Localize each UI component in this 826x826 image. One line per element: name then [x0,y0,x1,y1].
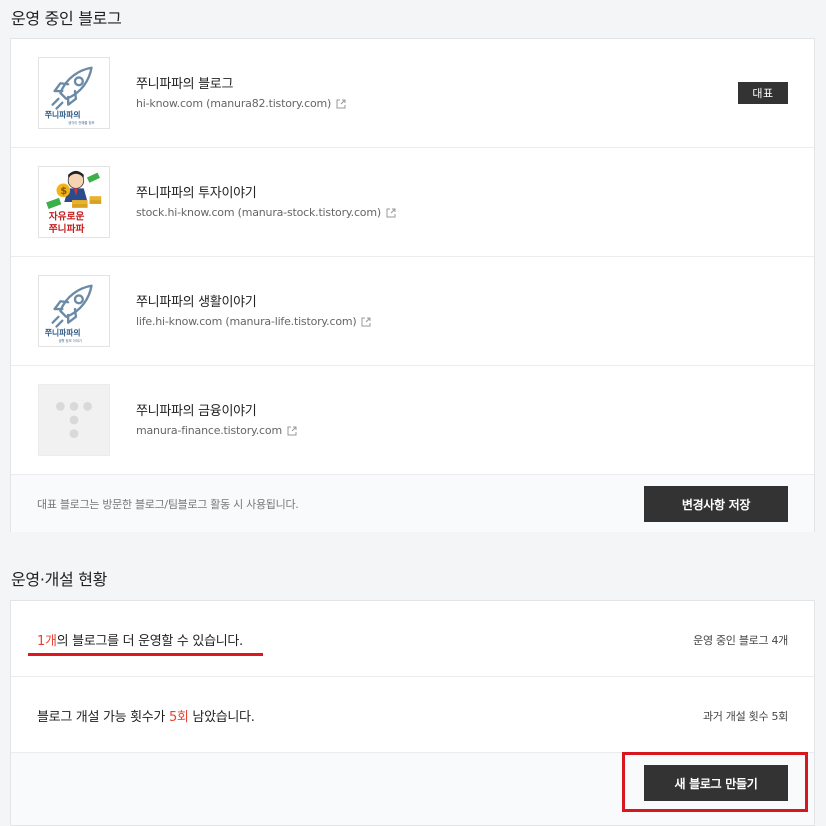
blog-thumbnail[interactable]: $ 자유로운 쭈니파파 [38,166,110,238]
annotation-underline [28,653,263,656]
blog-item: 쭈니파파의 금융이야기 manura-finance.tistory.com [11,366,814,475]
open-text-prefix: 블로그 개설 가능 횟수가 [37,710,169,725]
open-text-suffix: 남았습니다. [188,710,255,725]
rocket-logo-icon: 쭈니파파의 생활 정보 이야기 [39,276,109,346]
svg-text:쭈니파파의: 쭈니파파의 [45,327,81,337]
blog-thumbnail[interactable]: 쭈니파파의 생활 정보 이야기 [38,275,110,347]
active-count-label: 운영 중인 블로그 4개 [693,634,788,647]
status-footer: 새 블로그 만들기 [11,753,814,825]
footer-note: 대표 블로그는 방문한 블로그/팀블로그 활동 시 사용됩니다. [37,498,299,511]
external-link-icon [287,426,297,435]
save-changes-button[interactable]: 변경사항 저장 [644,486,788,522]
logo-text: 자유로운 [49,210,85,223]
svg-text:생활 정보 이야기: 생활 정보 이야기 [58,338,81,343]
external-link-icon [361,317,371,326]
create-blog-button[interactable]: 새 블로그 만들기 [644,765,788,801]
blog-url-text[interactable]: hi-know.com (manura82.tistory.com) [136,97,331,110]
blog-name[interactable]: 쭈니파파의 블로그 [136,73,233,92]
svg-text:$: $ [60,186,67,197]
blog-item: $ 자유로운 쭈니파파 쭈니파파의 투자이야기 stock.hi-know.co… [11,148,814,257]
status-panel: 1개의 블로그를 더 운영할 수 있습니다. 운영 중인 블로그 4개 블로그 … [10,600,815,826]
remaining-text: 의 블로그를 더 운영할 수 있습니다. [56,634,244,649]
section-title-status: 운영·개설 현황 [11,570,108,589]
tistory-default-logo-icon [39,385,109,455]
external-link-icon [386,208,396,217]
blog-thumbnail[interactable] [38,384,110,456]
remaining-count: 1개 [37,634,57,649]
blog-url-text[interactable]: life.hi-know.com (manura-life.tistory.co… [136,315,357,328]
blog-item: 쭈니파파의 생활 정보 이야기 쭈니파파의 생활이야기 life.hi-know… [11,257,814,366]
remaining-blogs-message: 1개의 블로그를 더 운영할 수 있습니다. [37,630,243,649]
open-count-message: 블로그 개설 가능 횟수가 5회 남았습니다. [37,706,255,725]
svg-text:생각이 전해줄 정보: 생각이 전해줄 정보 [68,120,94,125]
rocket-logo-icon: 쭈니파파의 생각이 전해줄 정보 [39,58,109,128]
section-title-active-blogs: 운영 중인 블로그 [11,9,122,28]
blog-thumbnail[interactable]: 쭈니파파의 생각이 전해줄 정보 [38,57,110,129]
blog-url-link[interactable]: stock.hi-know.com (manura-stock.tistory.… [136,206,396,219]
blog-name[interactable]: 쭈니파파의 금융이야기 [136,400,257,419]
blog-url-link[interactable]: life.hi-know.com (manura-life.tistory.co… [136,315,371,328]
past-count-label: 과거 개설 횟수 5회 [702,710,788,723]
blog-name[interactable]: 쭈니파파의 생활이야기 [136,291,257,310]
blog-url-link[interactable]: manura-finance.tistory.com [136,424,297,437]
open-count-row: 블로그 개설 가능 횟수가 5회 남았습니다. 과거 개설 횟수 5회 [11,677,814,753]
external-link-icon [336,99,346,108]
blog-name[interactable]: 쭈니파파의 투자이야기 [136,182,257,201]
open-count: 5회 [168,710,189,725]
blog-url-link[interactable]: hi-know.com (manura82.tistory.com) [136,97,346,110]
blog-url-text[interactable]: stock.hi-know.com (manura-stock.tistory.… [136,206,381,219]
blog-url-text[interactable]: manura-finance.tistory.com [136,424,282,437]
logo-text: 쭈니파파 [49,222,85,235]
representative-badge[interactable]: 대표 [738,82,788,104]
money-man-logo-icon: $ 자유로운 쭈니파파 [39,167,109,237]
remaining-blogs-row: 1개의 블로그를 더 운영할 수 있습니다. 운영 중인 블로그 4개 [11,601,814,677]
svg-text:쭈니파파의: 쭈니파파의 [45,109,81,119]
blog-item: 쭈니파파의 생각이 전해줄 정보 쭈니파파의 블로그 hi-know.com (… [11,39,814,148]
panel-footer: 대표 블로그는 방문한 블로그/팀블로그 활동 시 사용됩니다. 변경사항 저장 [11,475,814,532]
active-blogs-panel: 쭈니파파의 생각이 전해줄 정보 쭈니파파의 블로그 hi-know.com (… [10,38,815,532]
